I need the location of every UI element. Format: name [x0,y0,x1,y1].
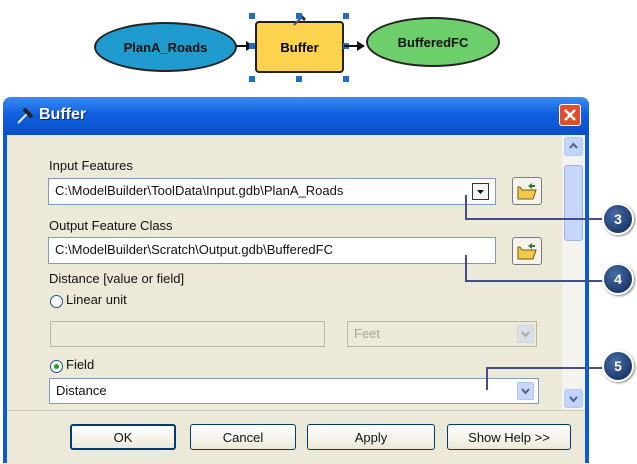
callout-number: 3 [614,211,622,227]
callout-badge: 3 [602,203,634,235]
callout-badge: 4 [602,263,634,295]
callout-number: 4 [614,271,622,287]
callout-leader-lines [465,195,604,390]
callout-badge: 5 [602,350,634,382]
callout-number: 5 [614,358,622,374]
